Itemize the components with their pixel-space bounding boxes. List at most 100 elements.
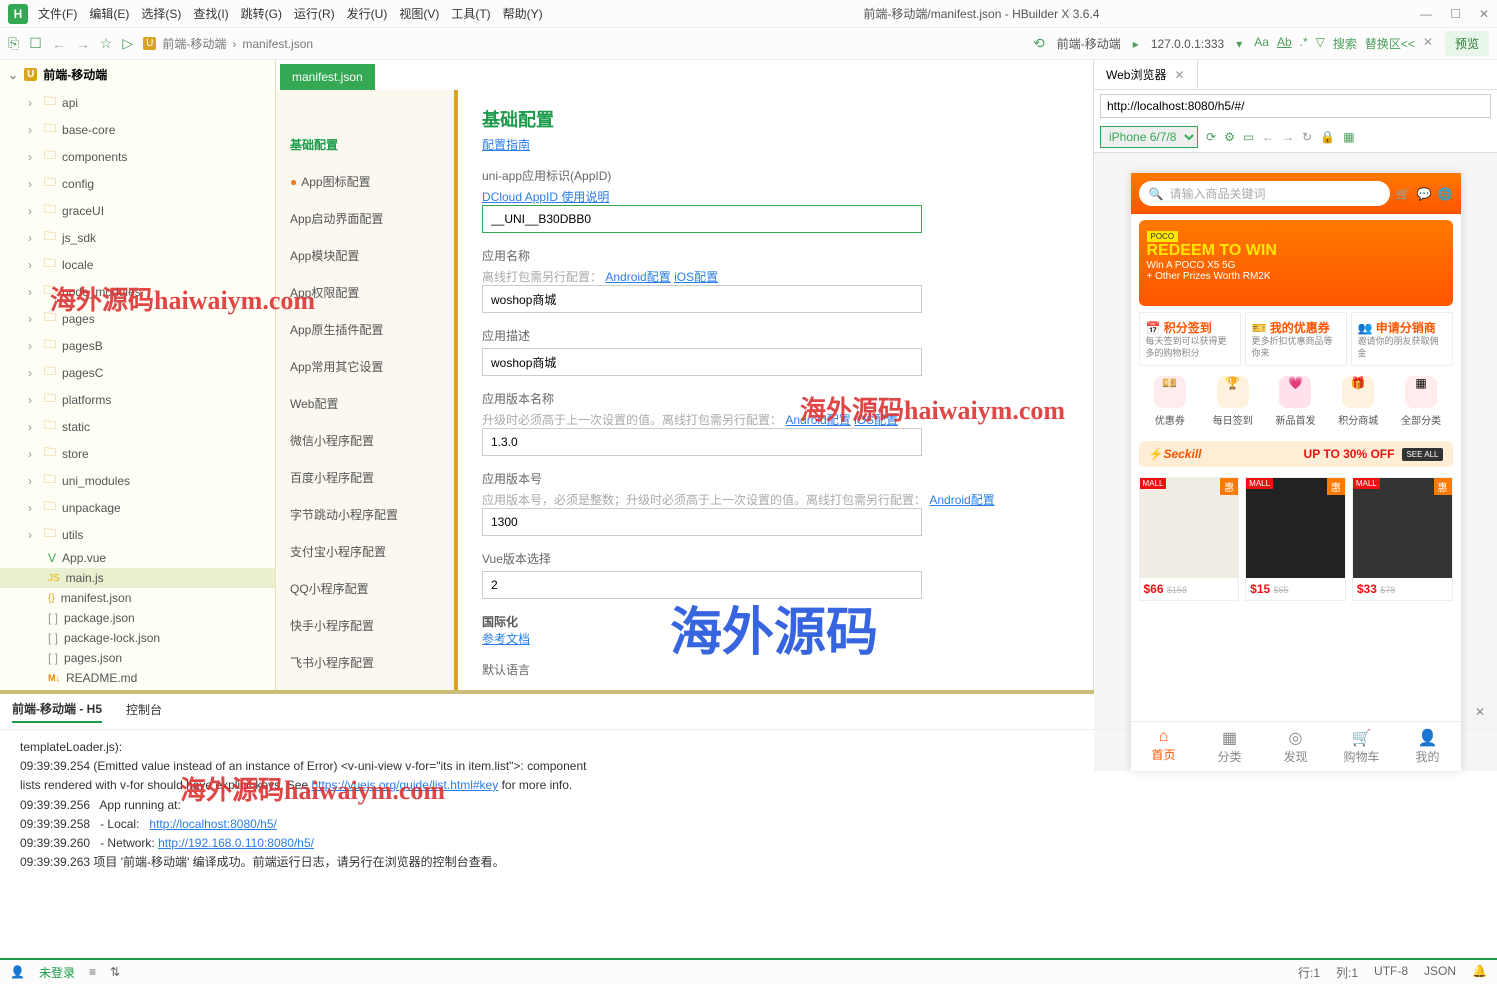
nav-mine[interactable]: 👤我的 [1395, 722, 1461, 771]
quick-category[interactable]: ▦全部分类 [1390, 376, 1453, 427]
nav-home[interactable]: ⌂首页 [1131, 722, 1197, 771]
card-checkin[interactable]: 📅 积分签到每天签到可以获得更多的购物积分 [1139, 312, 1241, 366]
close-icon[interactable]: ✕ [1479, 7, 1489, 21]
menu-goto[interactable]: 跳转(G) [241, 5, 282, 22]
nav-cart[interactable]: 🛒购物车 [1329, 722, 1395, 771]
menu-edit[interactable]: 编辑(E) [89, 5, 129, 22]
folder-item[interactable]: ›🗀node_modules [0, 278, 275, 305]
folder-item[interactable]: ›🗀pagesC [0, 359, 275, 386]
search-label[interactable]: 搜索 [1333, 35, 1357, 52]
nav-kuaishou[interactable]: 快手小程序配置 [276, 607, 453, 644]
product-card[interactable]: MALL惠$66 $158 [1139, 477, 1240, 601]
folder-item[interactable]: ›🗀uni_modules [0, 467, 275, 494]
browser-back-icon[interactable]: ← [1262, 130, 1274, 144]
menu-find[interactable]: 查找(I) [193, 5, 228, 22]
star-icon[interactable]: ☆ [100, 35, 113, 52]
file-item[interactable]: {}manifest.json [0, 588, 275, 608]
nav-alipay[interactable]: 支付宝小程序配置 [276, 533, 453, 570]
file-item[interactable]: JSmain.js [0, 568, 275, 588]
back-icon[interactable]: ← [52, 36, 66, 52]
folder-item[interactable]: ›🗀graceUI [0, 197, 275, 224]
browser-reload-icon[interactable]: ↻ [1302, 130, 1312, 144]
close-console-icon[interactable]: ✕ [1475, 705, 1485, 719]
close-search-icon[interactable]: ✕ [1423, 35, 1433, 52]
qr-icon[interactable]: ▦ [1343, 130, 1354, 144]
lang-icon[interactable]: 🌐 [1438, 187, 1453, 201]
intl-doc-link[interactable]: 参考文档 [482, 632, 530, 646]
editor-tab-manifest[interactable]: manifest.json [280, 64, 375, 90]
folder-item[interactable]: ›🗀components [0, 143, 275, 170]
run-target[interactable]: 前端-移动端 [1057, 35, 1121, 52]
menu-run[interactable]: 运行(R) [294, 5, 335, 22]
file-item[interactable]: M↓README.md [0, 668, 275, 688]
android-config-link[interactable]: Android配置 [605, 270, 670, 284]
folder-item[interactable]: ›🗀api [0, 89, 275, 116]
preview-button[interactable]: 预览 [1445, 31, 1489, 56]
console-tab-terminal[interactable]: 控制台 [126, 701, 162, 722]
close-tab-icon[interactable]: ✕ [1174, 68, 1184, 82]
filter-icon[interactable]: ▽ [1316, 35, 1325, 52]
run-target-icon[interactable]: ⟲ [1033, 35, 1045, 52]
product-card[interactable]: MALL惠$33 $78 [1352, 477, 1453, 601]
file-item[interactable]: ✤uni.scss [0, 688, 275, 690]
android-config-link-2[interactable]: Android配置 [785, 413, 850, 427]
card-distributor[interactable]: 👥 申请分销商邀请你的朋友获取佣金 [1351, 312, 1453, 366]
folder-item[interactable]: ›🗀locale [0, 251, 275, 278]
folder-item[interactable]: ›🗀platforms [0, 386, 275, 413]
console-tab-h5[interactable]: 前端-移动端 - H5 [12, 700, 102, 723]
folder-item[interactable]: ›🗀base-core [0, 116, 275, 143]
browser-tab[interactable]: Web浏览器✕ [1094, 60, 1198, 89]
user-icon[interactable]: 👤 [10, 965, 25, 979]
folder-item[interactable]: ›🗀config [0, 170, 275, 197]
nav-baidu[interactable]: 百度小程序配置 [276, 459, 453, 496]
android-config-link-3[interactable]: Android配置 [929, 493, 994, 507]
version-input[interactable] [482, 428, 922, 456]
menu-publish[interactable]: 发行(U) [347, 5, 388, 22]
nav-discover[interactable]: ◎发现 [1263, 722, 1329, 771]
folder-item[interactable]: ›🗀utils [0, 521, 275, 548]
appdesc-input[interactable] [482, 348, 922, 376]
menu-tools[interactable]: 工具(T) [451, 5, 490, 22]
quick-checkin[interactable]: 🏆每日签到 [1201, 376, 1264, 427]
save-icon[interactable]: ☐ [29, 35, 42, 52]
folder-item[interactable]: ›🗀js_sdk [0, 224, 275, 251]
file-item[interactable]: [ ]package.json [0, 608, 275, 628]
ios-config-link-2[interactable]: iOS配置 [854, 413, 898, 427]
nav-qq[interactable]: QQ小程序配置 [276, 570, 453, 607]
chat-icon[interactable]: 💬 [1417, 187, 1432, 201]
browser-forward-icon[interactable]: → [1282, 130, 1294, 144]
product-card[interactable]: MALL惠$15 $65 [1245, 477, 1346, 601]
nav-web[interactable]: Web配置 [276, 385, 453, 422]
vue-version-input[interactable] [482, 571, 922, 599]
new-file-icon[interactable]: ⎘ [8, 35, 19, 52]
nav-app-launch[interactable]: App启动界面配置 [276, 200, 453, 237]
nav-app-permission[interactable]: App权限配置 [276, 274, 453, 311]
shop-banner[interactable]: POCO REDEEM TO WIN Win A POCO X5 5G + Ot… [1139, 220, 1453, 306]
quick-new[interactable]: 💗新品首发 [1264, 376, 1327, 427]
card-coupon[interactable]: 🎫 我的优惠券更多折扣优惠商品等你来 [1245, 312, 1347, 366]
folder-item[interactable]: ›🗀unpackage [0, 494, 275, 521]
appid-input[interactable] [482, 205, 922, 233]
bc-file[interactable]: manifest.json [242, 37, 313, 51]
encoding[interactable]: UTF-8 [1374, 964, 1408, 981]
screenshot-icon[interactable]: ▭ [1243, 130, 1254, 144]
folder-item[interactable]: ›🗀static [0, 413, 275, 440]
menu-select[interactable]: 选择(S) [141, 5, 181, 22]
menu-help[interactable]: 帮助(Y) [503, 5, 543, 22]
nav-feishu[interactable]: 飞书小程序配置 [276, 644, 453, 681]
sync-icon[interactable]: ⇅ [110, 965, 120, 979]
case-icon[interactable]: Aa [1254, 35, 1269, 52]
browser-url-input[interactable] [1100, 94, 1491, 118]
maximize-icon[interactable]: ☐ [1450, 7, 1461, 21]
menu-view[interactable]: 视图(V) [399, 5, 439, 22]
versioncode-input[interactable] [482, 508, 922, 536]
language-mode[interactable]: JSON [1424, 964, 1456, 981]
list-icon[interactable]: ≡ [89, 965, 96, 979]
cart-icon[interactable]: 🛒 [1396, 187, 1411, 201]
menu-file[interactable]: 文件(F) [38, 5, 77, 22]
nav-app-module[interactable]: App模块配置 [276, 237, 453, 274]
nav-wechat[interactable]: 微信小程序配置 [276, 422, 453, 459]
login-status[interactable]: 未登录 [39, 964, 75, 981]
vuejs-doc-link[interactable]: https://vuejs.org/guide/list.html#key [311, 778, 498, 792]
file-item[interactable]: [ ]package-lock.json [0, 628, 275, 648]
